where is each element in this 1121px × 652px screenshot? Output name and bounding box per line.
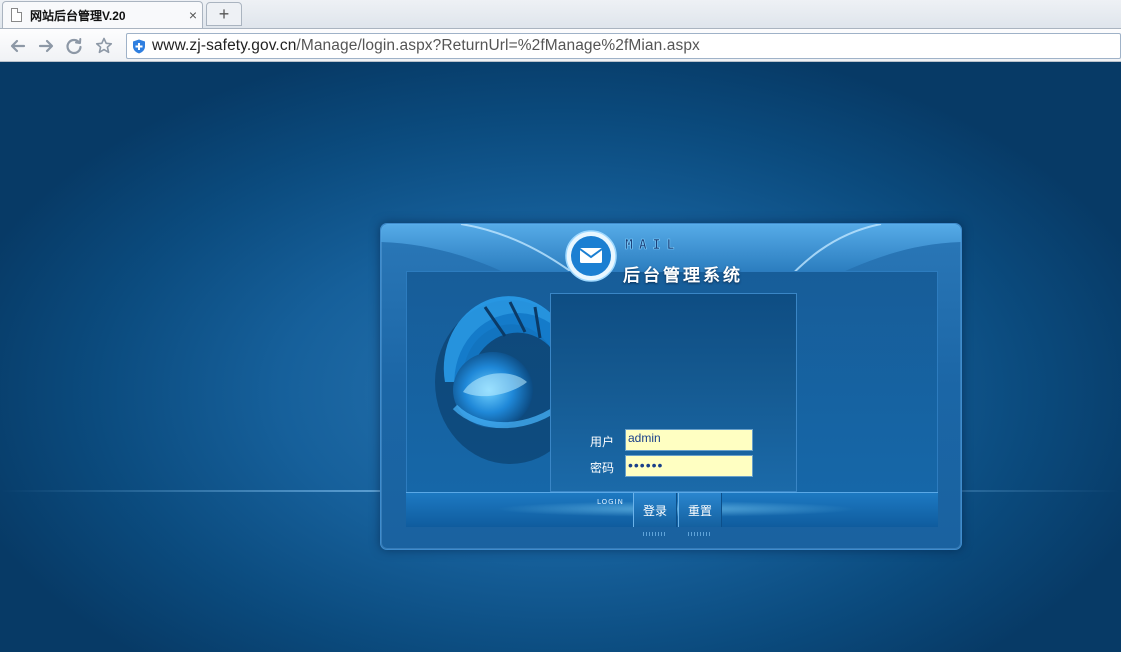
reset-button[interactable]: 重置 — [678, 493, 722, 527]
tab-title: 网站后台管理V.20 — [30, 8, 126, 23]
browser-tab[interactable]: 网站后台管理V.20 × — [2, 1, 203, 28]
reset-button-ticks — [688, 532, 712, 536]
system-title: 后台管理系统 — [623, 266, 743, 285]
new-tab-button[interactable]: + — [206, 2, 242, 26]
reload-icon[interactable] — [64, 36, 84, 56]
mail-wordmark: MAIL — [625, 238, 681, 254]
security-shield-icon[interactable] — [132, 39, 146, 54]
browser-toolbar: www.zj-safety.gov.cn/Manage/login.aspx?R… — [0, 28, 1121, 62]
mail-logo-icon — [565, 230, 617, 282]
forward-icon[interactable] — [36, 36, 56, 56]
bookmark-star-icon[interactable] — [94, 36, 114, 56]
login-button[interactable]: 登录 — [633, 493, 677, 527]
username-label: 用户 — [590, 435, 615, 449]
password-input[interactable]: •••••• — [625, 455, 753, 477]
page-icon — [11, 8, 22, 22]
address-bar[interactable]: www.zj-safety.gov.cn/Manage/login.aspx?R… — [126, 33, 1121, 59]
tab-strip: 网站后台管理V.20 × + — [0, 0, 1121, 28]
url-text[interactable]: www.zj-safety.gov.cn/Manage/login.aspx?R… — [152, 37, 700, 55]
login-panel: MAIL 后台管理系统 用户 admin 密码 •••••• LOGIN 登录 … — [380, 223, 962, 550]
back-icon[interactable] — [8, 36, 28, 56]
login-page: MAIL 后台管理系统 用户 admin 密码 •••••• LOGIN 登录 … — [0, 62, 1121, 652]
login-caption: LOGIN — [597, 498, 624, 506]
tab-close-icon[interactable]: × — [184, 7, 202, 23]
url-host: www.zj-safety.gov.cn — [152, 37, 297, 54]
username-input[interactable]: admin — [625, 429, 753, 451]
login-button-ticks — [643, 532, 667, 536]
password-label: 密码 — [590, 461, 615, 475]
url-path: /Manage/login.aspx?ReturnUrl=%2fManage%2… — [296, 37, 700, 54]
